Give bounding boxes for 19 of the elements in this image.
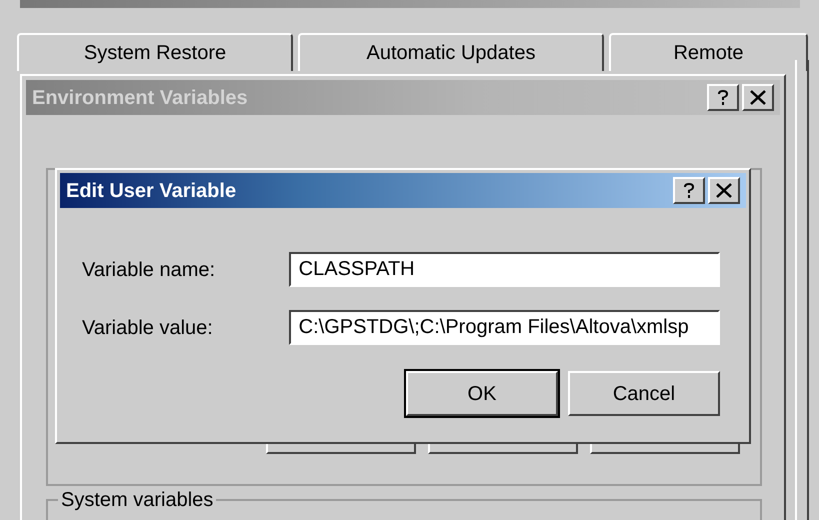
tab[interactable]: Remote bbox=[609, 33, 808, 71]
close-button[interactable] bbox=[742, 84, 774, 111]
dialog-button[interactable]: Cancel bbox=[568, 371, 720, 416]
input-field[interactable]: CLASSPATH bbox=[288, 252, 720, 287]
close-icon bbox=[716, 183, 732, 198]
help-icon bbox=[717, 89, 729, 106]
field-label: Variable value: bbox=[82, 316, 214, 340]
dialog-button[interactable]: OK bbox=[406, 371, 558, 416]
window-title: Environment Variables bbox=[32, 86, 248, 110]
help-icon bbox=[683, 182, 695, 199]
input-field[interactable]: C:\GPSTDG\;C:\Program Files\Altova\xmlsp bbox=[288, 310, 720, 345]
field-label: Variable name: bbox=[82, 258, 216, 282]
help-button[interactable] bbox=[707, 84, 739, 111]
close-icon bbox=[750, 90, 766, 105]
tab[interactable]: System Restore bbox=[17, 33, 293, 71]
help-button[interactable] bbox=[673, 177, 705, 204]
window-title: Edit User Variable bbox=[66, 178, 236, 204]
tab[interactable]: Automatic Updates bbox=[298, 33, 604, 71]
close-button[interactable] bbox=[708, 177, 740, 204]
